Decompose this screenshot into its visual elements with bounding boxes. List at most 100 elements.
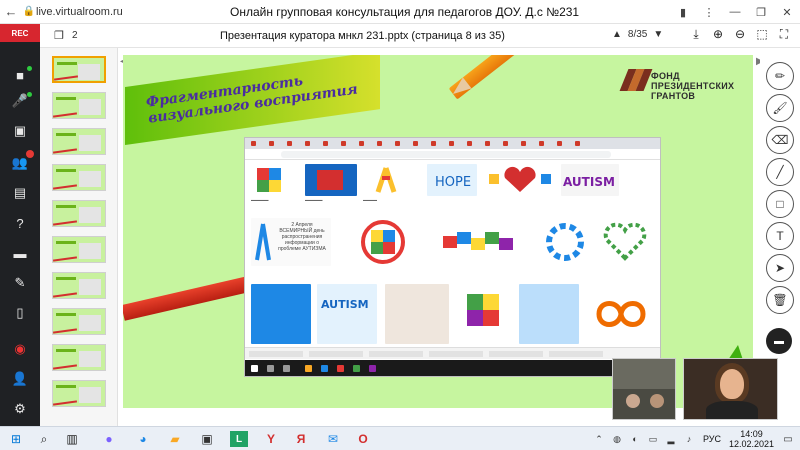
mail-icon[interactable]: ✉	[324, 431, 342, 447]
search-icon[interactable]: ⌕	[36, 431, 52, 447]
embedded-url	[281, 151, 611, 158]
question-icon: ?	[16, 215, 24, 231]
rectangle-icon: □	[776, 197, 784, 211]
yandex-browser-icon[interactable]: Y	[262, 431, 280, 447]
restore-button[interactable]: ❐	[748, 6, 774, 19]
questions-button[interactable]: ?	[6, 212, 34, 234]
battery-icon[interactable]: ▭	[646, 431, 660, 447]
task-view-icon[interactable]: ▥	[64, 431, 80, 447]
volume-icon[interactable]: ♪	[682, 431, 696, 447]
slide-thumbnail[interactable]	[52, 236, 106, 263]
fullscreen-icon[interactable]: ⛶	[776, 27, 792, 42]
autism-awareness-image: AUTISM	[317, 284, 377, 344]
rec-indicator[interactable]: REC	[0, 24, 40, 42]
lock-icon[interactable]: 🔒	[22, 6, 36, 17]
draw-button[interactable]: ✎	[6, 272, 34, 294]
slide-thumbnail[interactable]	[52, 164, 106, 191]
download-chip	[309, 351, 363, 357]
screen-share-button[interactable]: ▣	[6, 120, 34, 142]
ribbon-image	[363, 164, 409, 196]
opera-icon[interactable]: O	[354, 431, 372, 447]
puzzle-no-sign-image	[339, 218, 427, 266]
documents-button[interactable]: ▯	[6, 302, 34, 324]
chat-toggle-button[interactable]: ▬	[766, 328, 792, 354]
zoom-out-icon[interactable]: ⊖	[732, 27, 748, 42]
speaker-video[interactable]	[683, 358, 778, 420]
tray-expand-icon[interactable]: ⌃	[592, 431, 606, 447]
store-icon[interactable]: ▣	[198, 431, 216, 447]
browser-url[interactable]: live.virtualroom.ru	[36, 6, 186, 18]
rec-label: REC	[11, 28, 29, 38]
zoom-in-icon[interactable]: ⊕	[710, 27, 726, 42]
slide-thumbnail[interactable]	[52, 56, 106, 83]
invite-button[interactable]: 👤	[6, 368, 34, 390]
eraser-tool[interactable]: ⌫	[766, 126, 794, 154]
red-pencil	[123, 273, 262, 321]
autism-text-image: AUTISM	[561, 164, 619, 196]
thumbnails-toggle-icon[interactable]: ❐	[54, 29, 64, 42]
minimize-button[interactable]: —	[722, 6, 748, 18]
participants-button[interactable]: 👥	[6, 150, 34, 174]
slide-thumbnail[interactable]	[52, 200, 106, 227]
slide-thumbnail[interactable]	[52, 344, 106, 371]
text-tool[interactable]: T	[766, 222, 794, 250]
slide-thumbnail[interactable]	[52, 128, 106, 155]
close-button[interactable]: ✕	[774, 6, 800, 19]
slide-thumbnail[interactable]	[52, 308, 106, 335]
autism-awareness-text: AUTISM	[321, 298, 369, 311]
line-tool[interactable]: ╱	[766, 158, 794, 186]
chat-button[interactable]: ▤	[6, 182, 34, 204]
camera-icon: ■	[16, 67, 24, 83]
chat-icon: ▤	[13, 185, 27, 200]
pointer-tool[interactable]: ➤	[766, 254, 794, 282]
brush-icon: 🖌	[772, 101, 788, 115]
clear-tool[interactable]: 🗑	[766, 286, 794, 314]
trash-icon: 🗑	[772, 293, 788, 307]
download-icon[interactable]: ⤓	[688, 27, 704, 42]
download-chip	[429, 351, 483, 357]
network-icon[interactable]: ▂	[664, 431, 678, 447]
tray-app-icon[interactable]: ◍	[610, 431, 624, 447]
slide-thumbnail[interactable]	[52, 272, 106, 299]
cortana-icon[interactable]: ●	[100, 431, 118, 447]
microphone-button[interactable]: 🎤	[6, 90, 34, 112]
record-button[interactable]: ◉	[6, 338, 34, 360]
cursor-icon: ➤	[774, 261, 786, 275]
notifications-icon[interactable]: ▭	[780, 431, 796, 447]
puzzle-hands-image	[385, 284, 449, 344]
participant-video[interactable]	[612, 358, 676, 420]
embedded-address-bar	[245, 149, 660, 160]
image-caption: ▬▬▬▬▬	[251, 198, 269, 202]
slide-thumbnail[interactable]	[52, 380, 106, 407]
board-button[interactable]: ▬	[6, 242, 34, 264]
camera-button[interactable]: ■	[6, 64, 34, 86]
fit-icon[interactable]: ⬚	[754, 27, 770, 42]
edge-icon[interactable]: ◕	[134, 431, 152, 447]
yandex-icon[interactable]: Я	[292, 431, 310, 447]
pen-icon: ✎	[14, 275, 26, 290]
settings-button[interactable]: ⚙	[6, 398, 34, 420]
keyboard-language[interactable]: РУС	[703, 434, 721, 444]
rectangle-tool[interactable]: □	[766, 190, 794, 218]
windows-start-icon[interactable]: ⊞	[8, 431, 24, 447]
clock[interactable]: 14:09 12.02.2021	[729, 429, 774, 449]
image-caption: ▬▬▬▬▬	[305, 198, 323, 202]
pencil-icon: ✏	[774, 69, 786, 83]
file-explorer-icon[interactable]: ▰	[166, 431, 184, 447]
brush-tool[interactable]: 🖌	[766, 94, 794, 122]
page-navigation: ▲ 8/35 ▼	[612, 29, 663, 40]
slide-thumbnail[interactable]	[52, 92, 106, 119]
tray-app-icon[interactable]: ◐	[628, 431, 642, 447]
microphone-icon: 🎤	[11, 93, 29, 108]
menu-dots-icon[interactable]: ⋮	[696, 6, 722, 19]
record-icon: ◉	[14, 341, 26, 356]
puzzle-image	[251, 164, 299, 196]
page-down-icon[interactable]: ▼	[653, 29, 663, 40]
back-arrow-icon[interactable]: ←	[0, 4, 22, 19]
page-up-icon[interactable]: ▲	[612, 29, 622, 40]
embedded-taskbar	[245, 360, 660, 376]
pencil-tool[interactable]: ✏	[766, 62, 794, 90]
app-l-icon[interactable]: L	[230, 431, 248, 447]
document-icon: ▯	[16, 305, 24, 320]
camera-icon[interactable]: ▮	[670, 6, 696, 19]
